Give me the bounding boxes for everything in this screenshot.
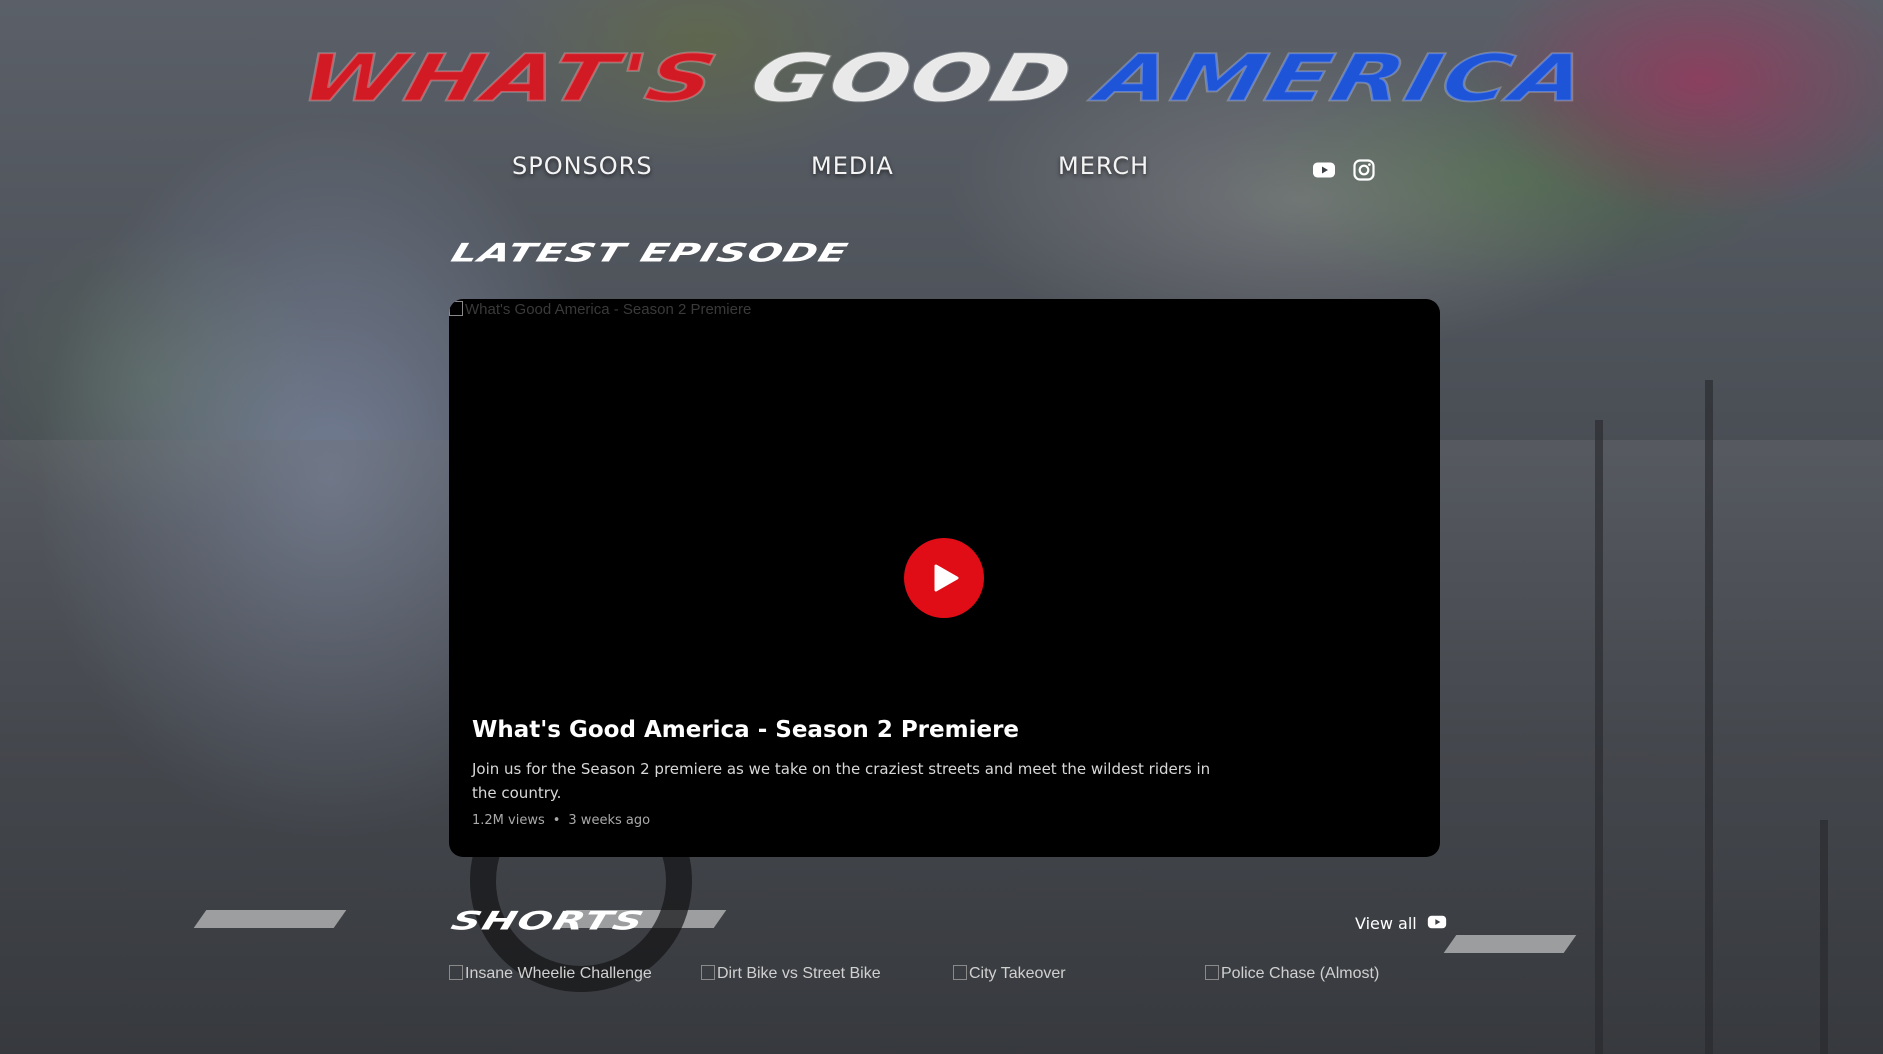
nav-link-sponsors[interactable]: SPONSORS: [512, 152, 653, 180]
short-card[interactable]: Police Chase (Almost): [1205, 965, 1445, 1025]
nav-link-media[interactable]: MEDIA: [811, 152, 894, 180]
background-pole: [1595, 420, 1603, 1054]
background-road-stripe: [193, 910, 347, 928]
view-all-link[interactable]: View all: [1355, 912, 1447, 933]
episode-title[interactable]: What's Good America - Season 2 Premiere: [472, 717, 1019, 743]
meta-separator: •: [552, 813, 561, 828]
broken-image-icon: [701, 965, 715, 980]
play-icon: [934, 564, 959, 592]
youtube-icon: [1313, 162, 1335, 178]
latest-episode-heading: LATEST EPISODE: [447, 238, 852, 269]
short-thumbnail-alt: Insane Wheelie Challenge: [465, 965, 652, 982]
shorts-heading: SHORTS: [447, 906, 649, 937]
episode-thumbnail: What's Good America - Season 2 Premiere: [449, 301, 751, 318]
episode-meta: 1.2M views • 3 weeks ago: [472, 813, 650, 828]
short-thumbnail: Insane Wheelie Challenge: [449, 965, 652, 983]
site-title-word-good: GOOD: [743, 39, 1083, 117]
broken-image-icon: [953, 965, 967, 980]
background-pole: [1705, 380, 1713, 1054]
short-thumbnail: Police Chase (Almost): [1205, 965, 1379, 983]
instagram-link[interactable]: [1352, 158, 1376, 186]
short-card[interactable]: Insane Wheelie Challenge: [449, 965, 689, 1025]
episode-views: 1.2M views: [472, 813, 545, 828]
site-title: WHAT'S GOOD AMERICA: [0, 38, 1883, 118]
short-thumbnail-alt: City Takeover: [969, 965, 1066, 982]
episode-description: Join us for the Season 2 premiere as we …: [472, 760, 1211, 802]
short-thumbnail-alt: Police Chase (Almost): [1221, 965, 1380, 982]
youtube-icon: [1427, 915, 1446, 929]
broken-image-icon: [449, 965, 463, 980]
broken-image-icon: [1205, 965, 1219, 980]
background-pole: [1820, 820, 1828, 1054]
broken-image-icon: [449, 301, 463, 316]
main-nav: SPONSORS MEDIA MERCH: [0, 152, 1883, 188]
site-title-word-whats: WHAT'S: [293, 39, 728, 117]
background-road-stripe: [1443, 935, 1577, 953]
play-button[interactable]: [904, 538, 984, 618]
instagram-icon: [1353, 159, 1375, 181]
site-title-word-america: AMERICA: [1089, 39, 1598, 117]
short-card[interactable]: City Takeover: [953, 965, 1193, 1025]
nav-link-merch[interactable]: MERCH: [1058, 152, 1149, 180]
view-all-label: View all: [1355, 914, 1417, 933]
youtube-link[interactable]: [1312, 158, 1336, 186]
short-thumbnail-alt: Dirt Bike vs Street Bike: [717, 965, 881, 982]
episode-thumbnail-alt: What's Good America - Season 2 Premiere: [465, 301, 752, 318]
short-card[interactable]: Dirt Bike vs Street Bike: [701, 965, 941, 1025]
video-player[interactable]: What's Good America - Season 2 Premiere …: [449, 299, 1440, 857]
episode-age: 3 weeks ago: [568, 813, 651, 828]
short-thumbnail: City Takeover: [953, 965, 1066, 983]
short-thumbnail: Dirt Bike vs Street Bike: [701, 965, 881, 983]
